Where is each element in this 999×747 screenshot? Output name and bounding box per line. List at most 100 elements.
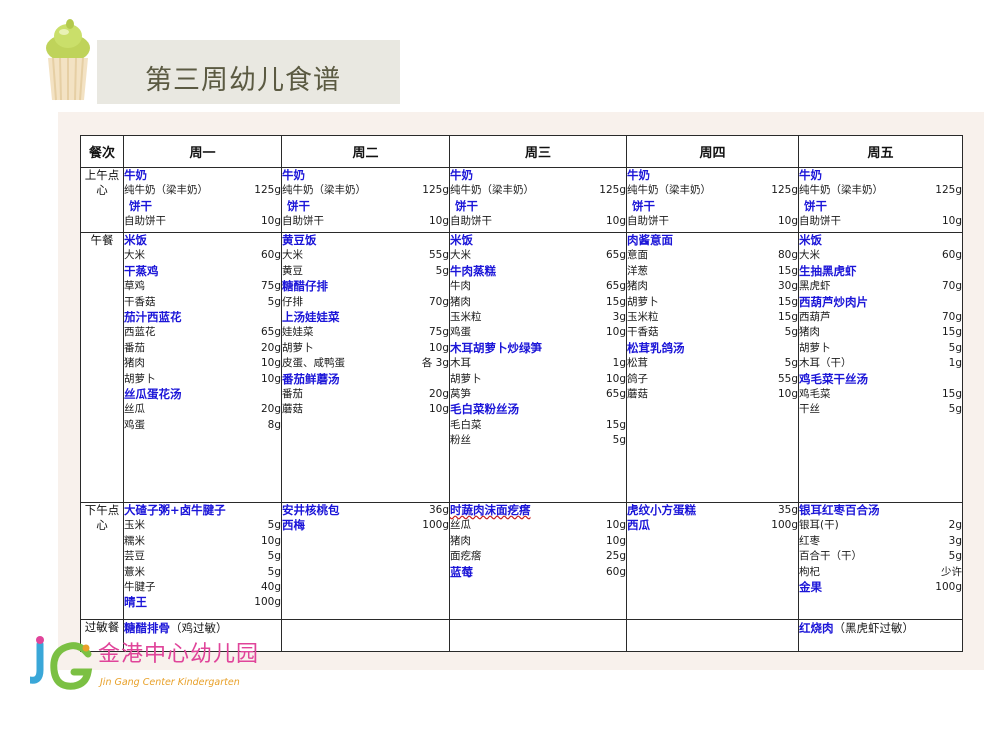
dish-quantity: 100g [935, 581, 962, 594]
ingredient-row: 毛白菜 15g [450, 418, 626, 433]
ingredient-name: 黄豆 [282, 264, 303, 277]
ingredient-row: 木耳 1g [450, 356, 626, 371]
ingredient-row: 自助饼干 10g [282, 214, 449, 229]
ingredient-quantity: 30g [777, 280, 798, 293]
ingredient-quantity: 10g [260, 215, 281, 228]
dish-quantity: 60g [605, 565, 626, 578]
ingredient-row: 枸杞 少许 [799, 565, 962, 580]
header-mon: 周一 [123, 135, 282, 168]
ingredient-quantity: 10g [605, 519, 626, 532]
ingredient-quantity: 2g [948, 519, 962, 532]
ingredient-row: 牛肉 65g [450, 279, 626, 294]
ingredient-name: 百合干（干） [799, 550, 862, 563]
ingredient-name: 猪肉 [627, 280, 648, 293]
dish-item: 饼干 [627, 199, 798, 214]
ingredient-row: 牛腱子 40g [124, 580, 281, 595]
ingredient-row: 胡萝卜 15g [627, 295, 798, 310]
ingredient-row: 猪肉 15g [799, 325, 962, 340]
dish-name: 肉酱意面 [627, 233, 673, 247]
ingredient-name: 毛白菜 [450, 418, 482, 431]
header-fri: 周五 [798, 135, 963, 168]
ingredient-name: 大米 [450, 249, 471, 262]
ingredient-name: 大米 [124, 249, 145, 262]
ingredient-row: 薏米 5g [124, 565, 281, 580]
ingredient-quantity: 125g [771, 184, 798, 197]
ingredient-quantity: 40g [260, 581, 281, 594]
ingredient-name: 猪肉 [450, 534, 471, 547]
ingredient-quantity: 15g [605, 418, 626, 431]
ingredient-name: 丝瓜 [450, 519, 471, 532]
ingredient-row: 西葫芦 70g [799, 310, 962, 325]
dish-item: 毛白菜粉丝汤 [450, 402, 626, 417]
dish-name: 虎纹小方蛋糕 [627, 503, 696, 517]
ingredient-name: 莴笋 [450, 388, 471, 401]
ingredient-row: 大米 60g [799, 248, 962, 263]
ingredient-name: 胡萝卜 [282, 341, 314, 354]
ingredient-name: 玉米粒 [450, 311, 482, 324]
ingredient-quantity: 75g [260, 280, 281, 293]
allergy-item: 红烧肉（黑虎虾过敏） [799, 620, 962, 636]
ingredient-quantity: 10g [260, 372, 281, 385]
ingredient-name: 自助饼干 [627, 215, 669, 228]
cupcake-icon [46, 19, 90, 101]
ingredient-name: 糯米 [124, 534, 145, 547]
ingredient-quantity: 5g [948, 403, 962, 416]
ingredient-name: 松茸 [627, 357, 648, 370]
ingredient-name: 银耳(干) [799, 519, 839, 532]
dish-name: 西瓜 [627, 518, 650, 533]
dish-name: 牛肉蒸糕 [450, 263, 496, 278]
dish-item: 西瓜 100g [627, 518, 798, 533]
menu-cell: 牛奶 纯牛奶（梁丰奶） 125g 饼干 自助饼干 10g [281, 167, 450, 233]
header-wed: 周三 [449, 135, 627, 168]
ingredient-row: 娃娃菜 75g [282, 325, 449, 340]
ingredient-quantity: 65g [605, 249, 626, 262]
dish-name: 鸡毛菜干丝汤 [799, 371, 868, 386]
ingredient-row: 大米 55g [282, 248, 449, 263]
ingredient-quantity: 5g [612, 434, 626, 447]
ingredient-row: 木耳（干） 1g [799, 356, 962, 371]
menu-cell: 米饭 大米 60g 生抽黑虎虾 黑虎虾 70g 西葫芦炒肉片 西葫芦 70g 猪肉 15g 胡萝卜 5g… [798, 232, 963, 503]
ingredient-name: 干香菇 [124, 295, 156, 308]
ingredient-row: 纯牛奶（梁丰奶） 125g [450, 183, 626, 198]
meal-label: 上午点心 [80, 167, 124, 233]
ingredient-row: 纯牛奶（梁丰奶） 125g [282, 183, 449, 198]
ingredient-name: 西蓝花 [124, 326, 156, 339]
ingredient-quantity: 5g [267, 550, 281, 563]
allergy-item: 糖醋排骨（鸡过敏） [124, 620, 281, 636]
ingredient-quantity: 10g [605, 372, 626, 385]
dish-item: 糖醋仔排 [282, 279, 449, 294]
dish-item: 牛肉蒸糕 [450, 264, 626, 279]
ingredient-quantity: 3g [948, 534, 962, 547]
ingredient-quantity: 10g [605, 326, 626, 339]
ingredient-row: 鸽子 55g [627, 372, 798, 387]
ingredient-name: 鸡蛋 [450, 326, 471, 339]
ingredient-row: 番茄 20g [282, 387, 449, 402]
ingredient-name: 皮蛋、咸鸭蛋 [282, 357, 345, 370]
ingredient-quantity: 15g [941, 388, 962, 401]
ingredient-row: 莴笋 65g [450, 387, 626, 402]
menu-cell: 时蔬肉沫面疙瘩 丝瓜 10g 猪肉 10g 面疙瘩 25g 蓝莓 60g [449, 502, 627, 620]
dish-name: 西梅 [282, 518, 305, 533]
dish-name: 牛奶 [627, 168, 650, 182]
meal-label: 午餐 [80, 232, 124, 503]
header-thu: 周四 [626, 135, 799, 168]
dish-name: 饼干 [632, 198, 655, 213]
dish-name: 西葫芦炒肉片 [799, 294, 868, 309]
ingredient-name: 牛腱子 [124, 581, 156, 594]
ingredient-quantity: 15g [941, 326, 962, 339]
dish-name: 牛奶 [124, 168, 147, 182]
ingredient-row: 胡萝卜 10g [450, 372, 626, 387]
ingredient-row: 胡萝卜 5g [799, 341, 962, 356]
menu-cell: 银耳红枣百合汤 银耳(干) 2g 红枣 3g 百合干（干） 5g 枸杞 少许 金果 100g [798, 502, 963, 620]
ingredient-name: 纯牛奶（梁丰奶） [799, 184, 883, 197]
dish-name: 饼干 [129, 198, 152, 213]
dish-item: 茄汁西蓝花 [124, 310, 281, 325]
menu-cell: 黄豆饭 大米 55g 黄豆 5g 糖醋仔排 仔排 70g 上汤娃娃菜 娃娃菜 75g 胡萝卜 10g 皮蛋… [281, 232, 450, 503]
ingredient-row: 番茄 20g [124, 341, 281, 356]
ingredient-name: 西葫芦 [799, 311, 831, 324]
dish-item: 银耳红枣百合汤 [799, 503, 962, 518]
dish-name: 松茸乳鸽汤 [627, 340, 685, 355]
dish-quantity: 100g [422, 519, 449, 532]
ingredient-name: 黑虎虾 [799, 280, 831, 293]
dish-item: 晴王 100g [124, 595, 281, 610]
